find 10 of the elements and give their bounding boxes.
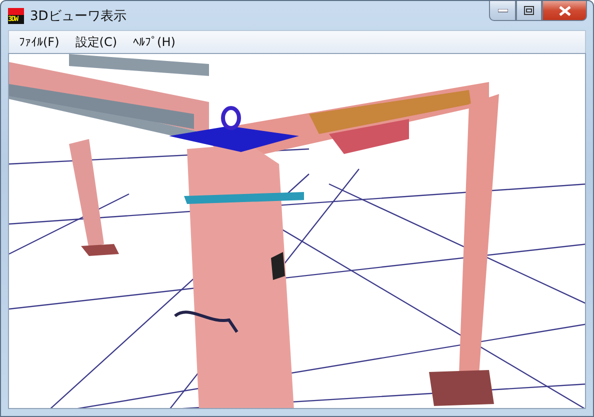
- maximize-icon: [524, 6, 534, 15]
- close-icon: [558, 6, 570, 16]
- minimize-button[interactable]: [489, 1, 516, 21]
- menu-item[interactable]: 設定(C): [69, 32, 124, 52]
- menu-item[interactable]: ﾌｧｲﾙ(F): [13, 33, 66, 51]
- maximize-button[interactable]: [516, 1, 542, 21]
- minimize-icon: [498, 8, 508, 12]
- menu-item[interactable]: ﾍﾙﾌﾟ(H): [127, 33, 182, 51]
- close-button[interactable]: [542, 1, 587, 21]
- window-title: 3Dビューワ表示: [30, 8, 126, 24]
